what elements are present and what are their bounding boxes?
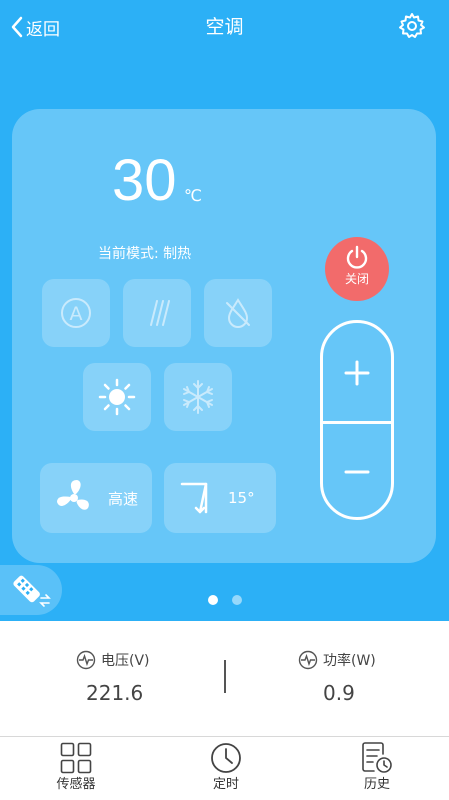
temperature-unit: ℃ (184, 186, 202, 205)
temperature-minus-button[interactable] (323, 424, 391, 520)
mode-heat-button[interactable] (83, 363, 151, 431)
tab-history-label: 历史 (363, 777, 390, 792)
remote-switch-button[interactable] (0, 565, 62, 615)
mode-auto-button[interactable]: A (42, 279, 110, 347)
voltage-reading-label: 电压(V) (76, 648, 150, 672)
remote-control-icon (13, 575, 51, 607)
power-reading-value: 0.9 (323, 681, 355, 705)
history-icon (362, 742, 392, 773)
plus-icon (344, 360, 370, 386)
tab-timer[interactable]: 定时 (171, 740, 281, 800)
clock-icon (211, 743, 241, 773)
minus-icon (344, 470, 370, 474)
readings-divider (224, 660, 226, 693)
temperature-plus-button[interactable] (323, 325, 391, 421)
voltage-value: 221.6 (86, 681, 144, 705)
tabbar-divider (0, 736, 449, 737)
tab-sensors[interactable]: 传感器 (21, 740, 131, 800)
page-dot-1[interactable] (208, 595, 218, 605)
waveform-icon (76, 650, 96, 670)
auto-mode-icon: A (61, 298, 91, 328)
swing-angle-button[interactable]: 15° (164, 463, 276, 533)
swing-angle-icon (180, 482, 208, 514)
power-reading-label-text: 功率(W) (323, 653, 376, 669)
power-label: 关闭 (344, 272, 369, 286)
snowflake-icon (183, 380, 213, 414)
page-title: 空调 (205, 16, 244, 38)
mode-cool-button[interactable] (164, 363, 232, 431)
current-mode-label: 当前模式: 制热 (98, 246, 192, 262)
sun-icon (98, 378, 136, 416)
settings-button[interactable] (398, 12, 426, 40)
tab-history[interactable]: 历史 (322, 740, 432, 800)
power-button[interactable]: 关闭 (325, 237, 389, 301)
temperature-value: 30 (112, 148, 177, 213)
power-reading-label: 功率(W) (298, 648, 376, 672)
swing-angle-label: 15° (228, 489, 255, 507)
tab-sensors-label: 传感器 (56, 777, 96, 792)
fan-speed-button[interactable]: 高速 (40, 463, 152, 533)
gear-icon (399, 13, 425, 38)
page-dot-2[interactable] (232, 595, 242, 605)
svg-text:A: A (70, 303, 83, 325)
voltage-label: 电压(V) (101, 653, 150, 669)
mode-dry-button[interactable] (204, 279, 272, 347)
fan-speed-label: 高速 (108, 489, 139, 508)
drop-slash-icon (226, 298, 250, 328)
fan-icon (57, 480, 89, 510)
grid-icon (60, 742, 92, 774)
power-icon (346, 245, 368, 269)
dehumidify-icon (150, 300, 170, 326)
waveform-icon (298, 650, 318, 670)
temperature-stepper (320, 320, 394, 520)
tab-timer-label: 定时 (212, 777, 239, 792)
mode-dehumidify-button[interactable] (123, 279, 191, 347)
